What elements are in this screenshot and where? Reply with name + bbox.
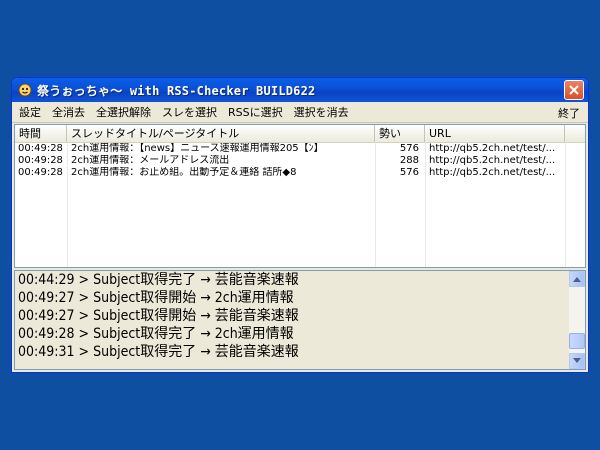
log-line: 00:49:28 > Subject取得完了 → 2ch運用情報 (18, 326, 294, 342)
menu-settings[interactable]: 設定 (15, 104, 45, 120)
log-line: 00:49:27 > Subject取得開始 → 芸能音楽速報 (18, 308, 299, 324)
thread-list[interactable]: 時間 スレッドタイトル/ページタイトル 勢い URL 00:49:28 2ch運… (14, 124, 586, 268)
title-bar[interactable]: 祭うぉっちゃ〜 with RSS-Checker BUILD622 (12, 78, 588, 102)
list-rows: 00:49:28 2ch運用情報：【news】ニュース速報運用情報205【ﾝ】 … (15, 143, 585, 267)
column-time[interactable]: 時間 (15, 125, 67, 142)
close-icon (569, 85, 579, 95)
chevron-down-icon (573, 358, 581, 363)
menu-exit[interactable]: 終了 (558, 105, 580, 121)
menu-select-rss[interactable]: RSSに選択 (224, 104, 287, 120)
row-momentum: 576 (399, 143, 419, 154)
column-title[interactable]: スレッドタイトル/ページタイトル (67, 125, 375, 142)
main-window: 祭うぉっちゃ〜 with RSS-Checker BUILD622 設定 全消去… (11, 77, 589, 373)
table-row[interactable]: 00:49:28 2ch運用情報：メールアドレス流出 288 http://qb… (15, 155, 585, 167)
row-time: 00:49:28 (18, 167, 63, 178)
row-title: 2ch運用情報：メールアドレス流出 (71, 155, 230, 166)
row-momentum: 576 (399, 167, 419, 178)
scroll-down-button[interactable] (569, 353, 585, 369)
list-header: 時間 スレッドタイトル/ページタイトル 勢い URL (15, 125, 585, 143)
chevron-up-icon (573, 277, 581, 282)
log-lines: 00:44:29 > Subject取得完了 → 芸能音楽速報 00:49:27… (18, 271, 567, 361)
column-filler (565, 125, 585, 142)
row-url: http://qb5.2ch.net/test/... (429, 143, 556, 154)
column-momentum[interactable]: 勢い (375, 125, 425, 142)
menu-clear-all[interactable]: 全消去 (48, 104, 89, 120)
menu-delete-selection[interactable]: 選択を消去 (290, 104, 353, 120)
table-row[interactable]: 00:49:28 2ch運用情報：【news】ニュース速報運用情報205【ﾝ】 … (15, 143, 585, 155)
menu-select-thread[interactable]: スレを選択 (158, 104, 221, 120)
table-row[interactable]: 00:49:28 2ch運用情報：お止め組。出動予定＆連絡 詰所◆8 576 h… (15, 167, 585, 179)
log-line: 00:49:31 > Subject取得完了 → 芸能音楽速報 (18, 344, 299, 360)
app-icon (18, 83, 32, 97)
column-url[interactable]: URL (425, 125, 565, 142)
row-title: 2ch運用情報：お止め組。出動予定＆連絡 詰所◆8 (71, 167, 297, 178)
log-line: 00:44:29 > Subject取得完了 → 芸能音楽速報 (18, 272, 299, 288)
row-title: 2ch運用情報：【news】ニュース速報運用情報205【ﾝ】 (71, 143, 324, 154)
log-scrollbar[interactable] (569, 271, 585, 369)
row-time: 00:49:28 (18, 143, 63, 154)
row-url: http://qb5.2ch.net/test/... (429, 167, 556, 178)
row-momentum: 288 (399, 155, 419, 166)
row-time: 00:49:28 (18, 155, 63, 166)
menu-bar: 設定 全消去 全選択解除 スレを選択 RSSに選択 選択を消去 終了 (12, 102, 588, 123)
log-panel[interactable]: 00:44:29 > Subject取得完了 → 芸能音楽速報 00:49:27… (14, 270, 586, 370)
window-title: 祭うぉっちゃ〜 with RSS-Checker BUILD622 (37, 83, 316, 98)
close-button[interactable] (564, 80, 584, 100)
log-line: 00:49:27 > Subject取得開始 → 2ch運用情報 (18, 290, 294, 306)
menu-deselect-all[interactable]: 全選択解除 (92, 104, 155, 120)
row-url: http://qb5.2ch.net/test/... (429, 155, 556, 166)
scroll-thumb[interactable] (569, 333, 585, 349)
scroll-up-button[interactable] (569, 271, 585, 287)
